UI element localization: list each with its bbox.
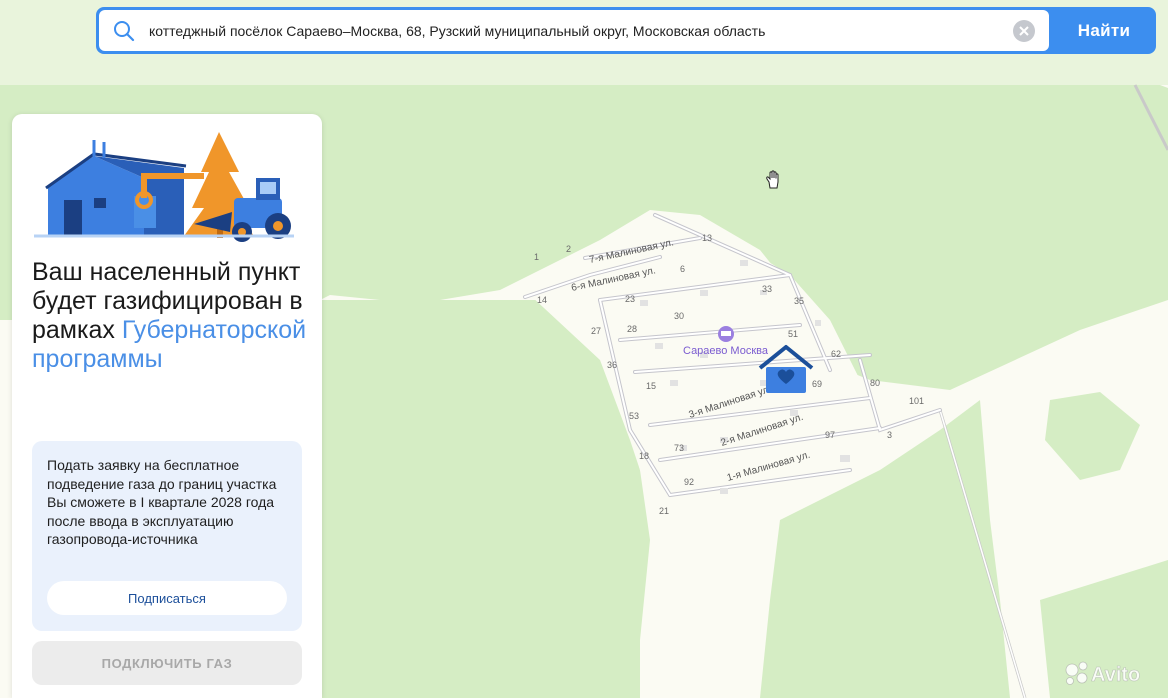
house-number: 33: [762, 284, 772, 294]
house-number: 30: [674, 311, 684, 321]
search-bar: Найти: [96, 7, 1156, 54]
house-number: 62: [831, 349, 841, 359]
house-number: 36: [607, 360, 617, 370]
connect-gas-button[interactable]: ПОДКЛЮЧИТЬ ГАЗ: [32, 641, 302, 685]
house-number: 80: [870, 378, 880, 388]
poi-label: Сараево Москва: [683, 345, 769, 357]
house-number: 15: [646, 381, 656, 391]
panel-title: Ваш населенный пункт будет газифицирован…: [32, 258, 312, 374]
house-number: 13: [702, 233, 712, 243]
avito-watermark: Avito: [1065, 661, 1141, 686]
info-panel: Ваш населенный пункт будет газифицирован…: [12, 114, 322, 698]
poi-hotel-icon[interactable]: [718, 326, 734, 342]
watermark-text: Avito: [1091, 664, 1140, 686]
house-number: 101: [909, 396, 924, 406]
info-box: Подать заявку на бесплатное подведение г…: [32, 441, 302, 631]
house-number: 92: [684, 477, 694, 487]
search-icon: [114, 21, 135, 42]
house-number: 27: [591, 326, 601, 336]
gasification-illustration: [34, 132, 294, 242]
house-number: 21: [659, 506, 669, 516]
house-number: 73: [674, 443, 684, 453]
house-number: 28: [627, 324, 637, 334]
hand-cursor-icon: [766, 170, 779, 189]
search-button[interactable]: Найти: [1052, 7, 1156, 54]
house-number: 18: [639, 451, 649, 461]
house-number: 69: [812, 379, 822, 389]
subscribe-button[interactable]: Подписаться: [47, 581, 287, 615]
house-number: 51: [788, 329, 798, 339]
house-number: 6: [680, 264, 685, 274]
house-number: 1: [534, 252, 539, 262]
house-number: 97: [825, 430, 835, 440]
house-number: 14: [537, 295, 547, 305]
house-number: 2: [566, 244, 571, 254]
search-input[interactable]: [149, 10, 999, 51]
house-number: 35: [794, 296, 804, 306]
house-number: 23: [625, 294, 635, 304]
info-text: Подать заявку на бесплатное подведение г…: [47, 457, 277, 547]
house-number: 3: [887, 430, 892, 440]
clear-icon[interactable]: [1013, 20, 1035, 42]
house-number: 53: [629, 411, 639, 421]
search-field[interactable]: [99, 10, 1049, 51]
